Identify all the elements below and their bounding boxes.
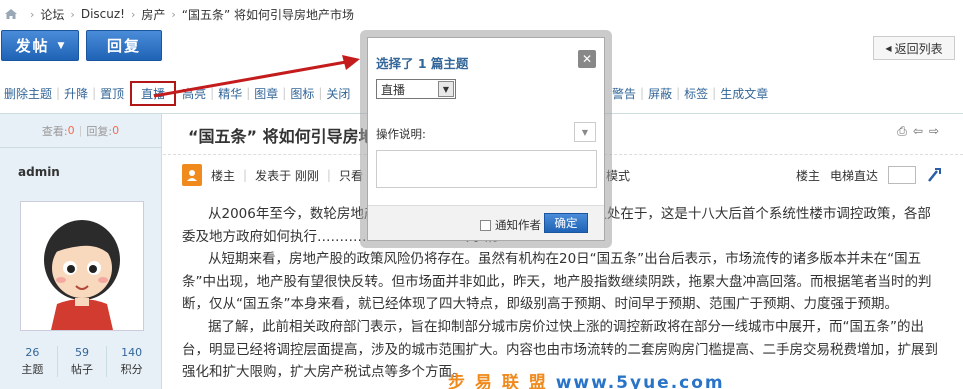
stat-value: 140 <box>121 346 143 359</box>
stat-posts[interactable]: 59 帖子 <box>58 346 108 377</box>
breadcrumb-thread[interactable]: “国五条” 将如何引导房地产市场 <box>182 6 354 23</box>
thread-stats: 查看: 0 | 回复: 0 <box>0 114 162 148</box>
thread-tools: ⎙ ⇦ ⇨ <box>897 124 939 139</box>
new-post-button[interactable]: 发帖 ▼ <box>1 30 79 61</box>
chevron-down-icon: ▼ <box>57 40 65 51</box>
divider: | <box>243 168 248 182</box>
stat-value: 26 <box>25 346 40 359</box>
stat-credits[interactable]: 140 积分 <box>107 346 156 377</box>
moderation-dialog: 选择了 1 篇主题 ✕ 直播 ▼ 操作说明: ▼ 通知作者 确定 <box>367 37 605 241</box>
stat-label: 积分 <box>120 363 143 376</box>
avatar-cartoon-icon <box>21 202 143 330</box>
divider: | <box>78 124 83 137</box>
stat-label: 帖子 <box>71 363 93 376</box>
back-to-list-button[interactable]: ◀ 返回列表 <box>873 36 955 60</box>
chevron-left-icon: ◀ <box>885 43 892 53</box>
avatar[interactable] <box>20 201 144 331</box>
posted-time: 发表于 刚刚 <box>255 168 319 183</box>
close-icon[interactable]: ✕ <box>578 50 596 68</box>
mod-warn[interactable]: 警告 <box>608 85 640 102</box>
jump-floor-input[interactable] <box>888 166 916 184</box>
author-sidebar: admin 26 主题 59 帖子 140 积分 <box>0 148 162 389</box>
operation-note-input[interactable] <box>376 150 597 188</box>
action-select-value: 直播 <box>381 82 406 97</box>
dialog-title: 选择了 1 篇主题 <box>376 56 469 71</box>
author-stats: 26 主题 59 帖子 140 积分 <box>8 346 156 377</box>
new-post-label: 发帖 <box>15 37 50 55</box>
confirm-button[interactable]: 确定 <box>544 213 588 233</box>
breadcrumb-realestate[interactable]: 房产 <box>141 6 165 23</box>
prev-thread-icon[interactable]: ⇦ <box>913 124 923 139</box>
breadcrumb-discuz[interactable]: Discuz! <box>81 7 125 21</box>
breadcrumb-separator: › <box>130 7 136 21</box>
notify-author-label: 通知作者 <box>495 218 541 232</box>
post-paragraph: 从短期来看，房地产股的政策风险仍将存在。虽然有机构在20日“国五条”出台后表示，… <box>182 251 932 313</box>
watermark-domain: www.5yue.com <box>555 373 725 389</box>
mod-ban[interactable]: 屏蔽 <box>644 85 676 102</box>
replies-label: 回复: <box>86 124 113 138</box>
action-select[interactable]: 直播 ▼ <box>376 79 456 99</box>
breadcrumb: › 论坛 › Discuz! › 房产 › “国五条” 将如何引导房地产市场 <box>0 0 963 28</box>
next-thread-icon[interactable]: ⇨ <box>929 124 939 139</box>
floor-right-label: 楼主 <box>795 168 820 183</box>
mod-sticky[interactable]: 置顶 <box>96 85 128 102</box>
post-info-right: 楼主 电梯直达 <box>796 166 942 184</box>
operation-note-label: 操作说明: <box>376 127 426 141</box>
back-to-list-label: 返回列表 <box>894 41 943 56</box>
chevron-down-icon: ▼ <box>438 81 454 97</box>
dialog-footer: 通知作者 确定 <box>368 205 604 240</box>
mod-bump[interactable]: 升降 <box>60 85 92 102</box>
breadcrumb-separator: › <box>171 7 176 21</box>
user-icon <box>182 164 202 186</box>
home-icon[interactable] <box>4 8 18 20</box>
breadcrumb-separator: › <box>30 7 35 21</box>
notify-author-option[interactable]: 通知作者 <box>480 217 541 233</box>
stat-value: 59 <box>75 346 89 359</box>
author-name[interactable]: admin <box>18 165 60 179</box>
chevron-down-icon[interactable]: ▼ <box>574 122 596 142</box>
floor-label: 楼主 <box>211 168 236 183</box>
reply-label: 回复 <box>106 37 141 55</box>
breadcrumb-separator: › <box>70 7 75 21</box>
notify-author-checkbox[interactable] <box>480 219 491 231</box>
print-icon[interactable]: ⎙ <box>897 124 907 139</box>
mod-generate-article[interactable]: 生成文章 <box>716 85 772 102</box>
annotation-arrow <box>153 55 360 98</box>
divider: | <box>326 168 331 182</box>
mod-delete-thread[interactable]: 删除主题 <box>0 85 56 102</box>
breadcrumb-forum[interactable]: 论坛 <box>40 6 64 23</box>
stat-label: 主题 <box>21 363 44 376</box>
views-count: 0 <box>67 124 75 137</box>
stat-threads[interactable]: 26 主题 <box>8 346 58 377</box>
watermark: 步 易 联 盟 www.5yue.com <box>448 368 725 389</box>
watermark-text: 步 易 联 盟 <box>448 373 548 389</box>
replies-count: 0 <box>112 124 120 137</box>
jump-go-icon[interactable] <box>926 167 942 183</box>
mod-tags[interactable]: 标签 <box>680 85 712 102</box>
jump-floor-label: 电梯直达 <box>829 168 878 183</box>
views-label: 查看: <box>41 124 68 138</box>
